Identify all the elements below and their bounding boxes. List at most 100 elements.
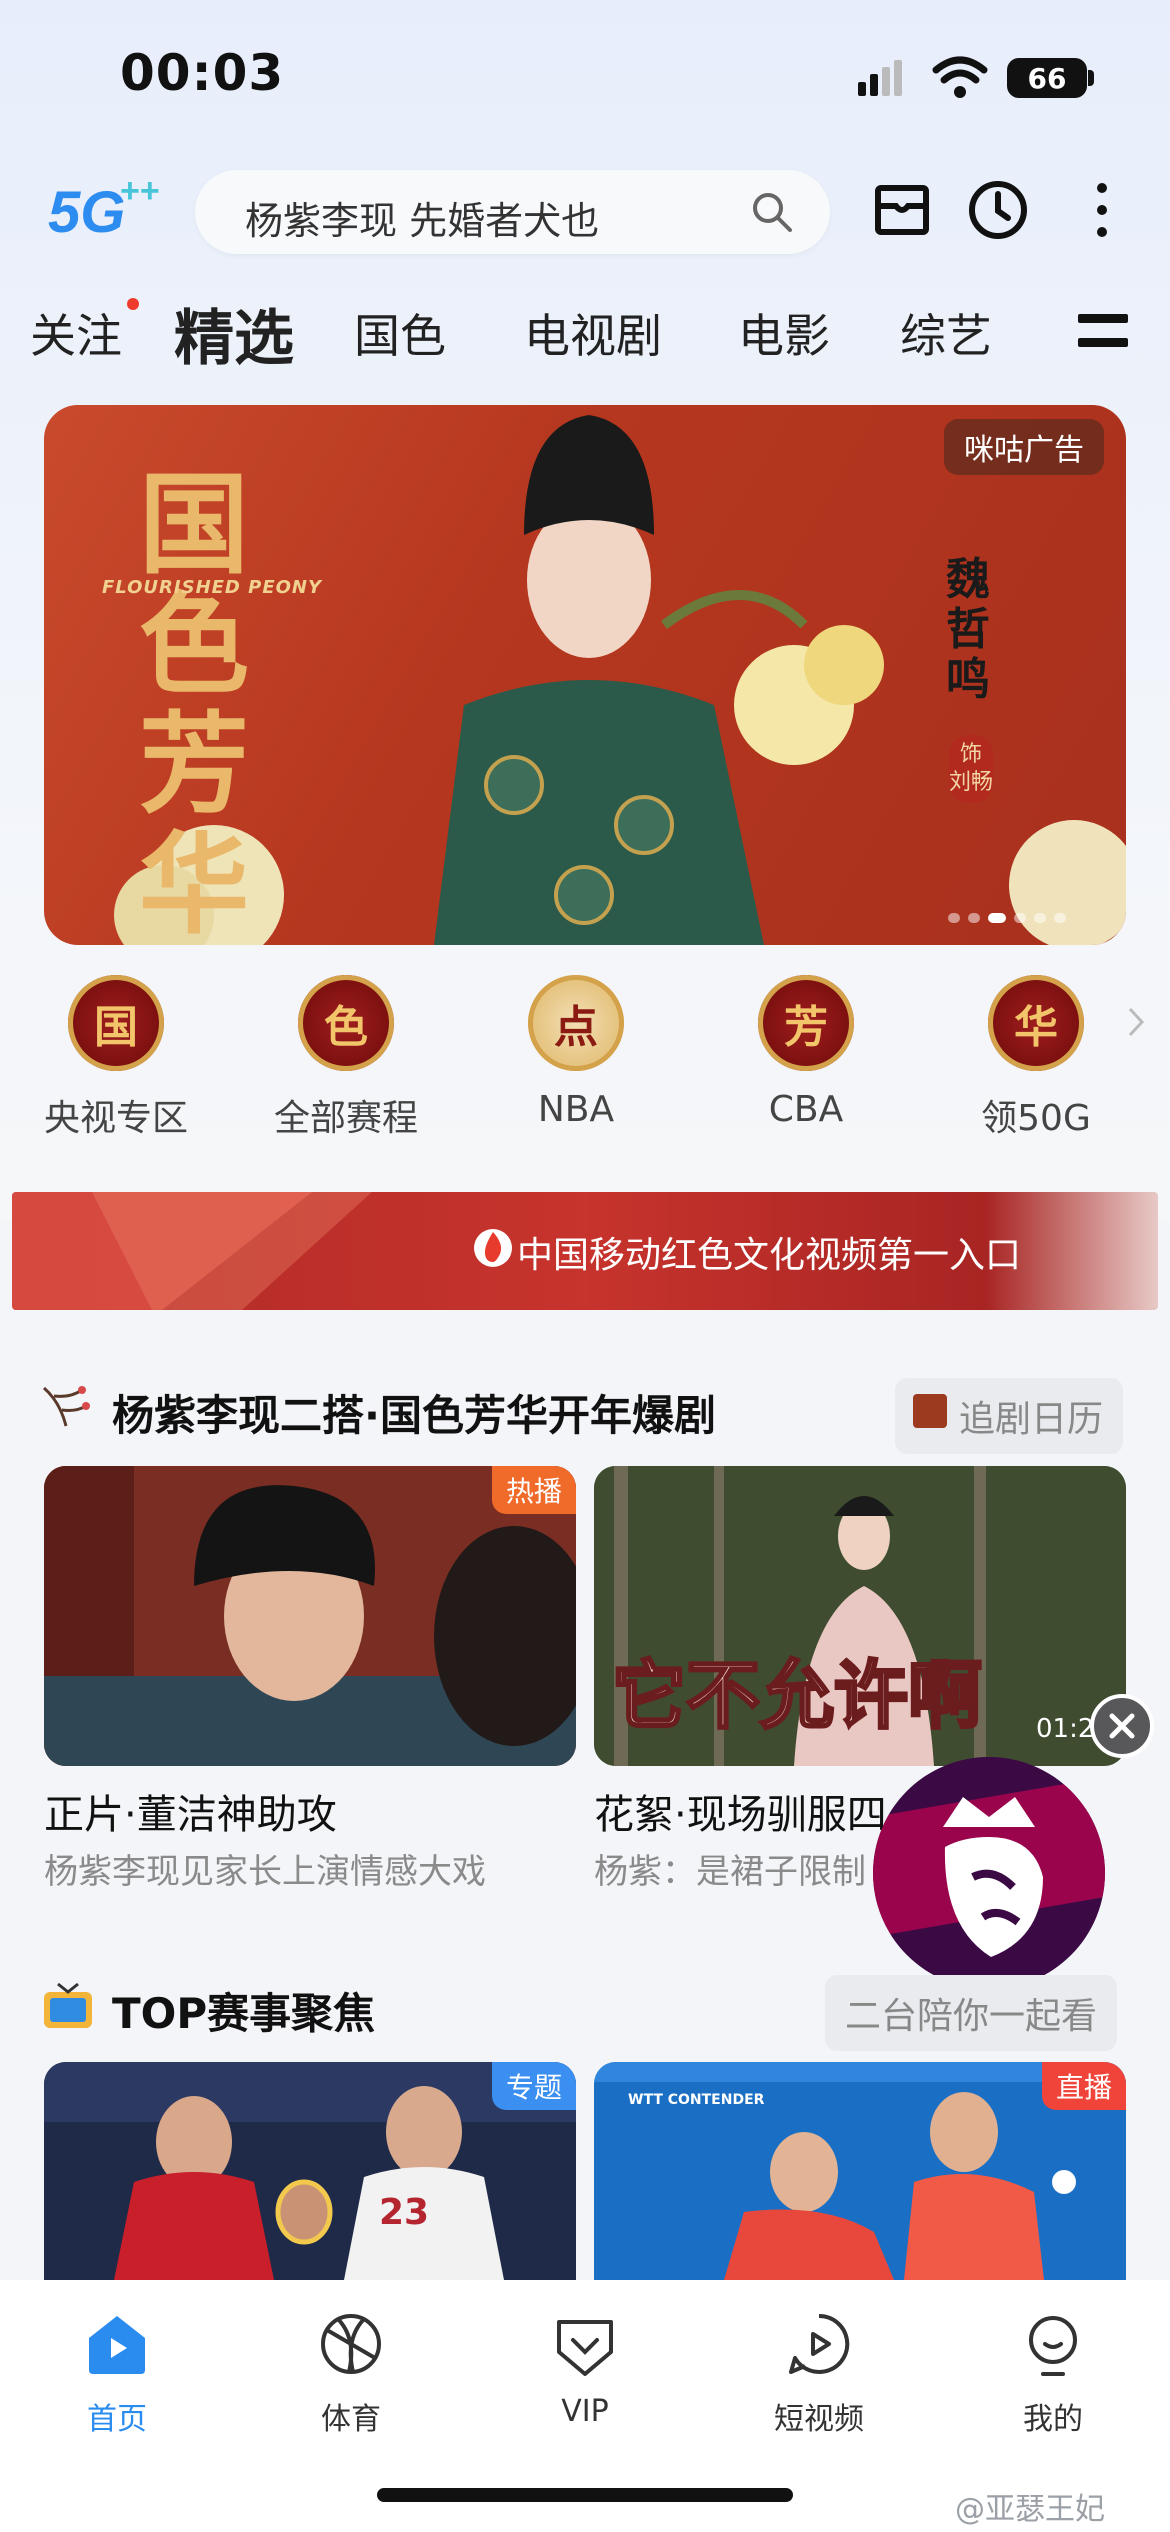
fire-icon xyxy=(474,1229,512,1267)
banner-subtitle: FLOURISHED PEONY xyxy=(102,577,323,598)
video-subtitle: 杨紫：是裙子限制 xyxy=(594,1852,866,1892)
nav-short-video[interactable]: 短视频 xyxy=(702,2308,936,2438)
nav-home[interactable]: 首页 xyxy=(0,2308,234,2438)
hero-banner[interactable]: 国色芳华 FLOURISHED PEONY 魏哲鸣 饰 刘畅 咪咕广告 xyxy=(44,405,1126,945)
wtt-brand: WTT CONTENDER xyxy=(628,2092,765,2108)
search-icon[interactable] xyxy=(750,190,794,234)
weibo-watermark: @亚瑟王妃 xyxy=(955,2492,1105,2527)
channel-menu-icon[interactable] xyxy=(1076,308,1130,358)
category-cctv[interactable]: 国 央视专区 xyxy=(16,975,216,1141)
video-card[interactable]: 它不允许啊 01:2 xyxy=(594,1466,1126,1766)
section-title-drama: 杨紫李现二搭·国色芳华开年爆剧 xyxy=(112,1391,716,1440)
category-nba[interactable]: 点 NBA xyxy=(476,975,676,1130)
battery-indicator: 66 xyxy=(1007,58,1087,98)
promo-banner[interactable]: 中国移动红色文化视频第一入口 xyxy=(12,1192,1158,1310)
nav-profile[interactable]: 我的 xyxy=(936,2308,1170,2438)
profile-icon xyxy=(1029,2316,1077,2376)
banner-title: 国色芳华 xyxy=(139,460,249,945)
search-suggestion: 杨紫李现 先婚者犬也 xyxy=(245,199,600,243)
banner-character-name: 魏哲鸣 xyxy=(946,554,990,705)
tab-featured[interactable]: 精选 xyxy=(174,290,294,377)
carousel-dot-active xyxy=(988,913,1006,923)
video-title[interactable]: 花絮·现场驯服四 xyxy=(594,1782,887,1840)
battery-tip xyxy=(1088,70,1094,86)
tab-guose[interactable]: 国色 xyxy=(354,300,446,366)
mailbox-icon[interactable] xyxy=(870,178,934,242)
chevron-right-icon[interactable] xyxy=(1126,1005,1146,1039)
category-cba[interactable]: 芳 CBA xyxy=(706,975,906,1130)
promo-text: 中国移动红色文化视频第一入口 xyxy=(517,1235,1022,1276)
category-badge-icon: 芳 xyxy=(758,975,854,1071)
nav-label: 我的 xyxy=(1023,2402,1083,2437)
category-schedule[interactable]: 色 全部赛程 xyxy=(246,975,446,1141)
tab-follow[interactable]: 关注 xyxy=(30,300,122,366)
cellular-signal-icon xyxy=(858,60,902,96)
tv-icon xyxy=(44,1982,92,2028)
home-indicator[interactable] xyxy=(377,2488,793,2502)
category-badge-icon: 华 xyxy=(988,975,1084,1071)
category-label: CBA xyxy=(768,1089,844,1130)
tab-movies[interactable]: 电影 xyxy=(738,300,830,366)
category-badge-icon: 国 xyxy=(68,975,164,1071)
short-video-icon xyxy=(789,2313,850,2374)
video-duration: 01:2 xyxy=(1036,1714,1095,1744)
nav-label: 短视频 xyxy=(774,2402,864,2437)
section-title-sports: TOP赛事聚焦 xyxy=(112,1989,376,2038)
sports-card[interactable]: 23 专题 xyxy=(44,2062,576,2280)
close-icon xyxy=(1109,1713,1135,1739)
pill-label: 追剧日历 xyxy=(959,1399,1104,1440)
svg-text:++: ++ xyxy=(120,172,160,210)
tab-tv-series[interactable]: 电视剧 xyxy=(524,300,662,366)
carousel-dot xyxy=(948,913,960,923)
premier-league-float[interactable] xyxy=(873,1757,1105,1989)
nav-label: VIP xyxy=(561,2394,609,2429)
carousel-dot xyxy=(1054,913,1066,923)
carousel-dot xyxy=(1014,913,1026,923)
nav-label: 体育 xyxy=(321,2402,381,2437)
hot-tag: 热播 xyxy=(491,1466,576,1514)
carousel-dot xyxy=(1034,913,1046,923)
home-play-icon xyxy=(89,2316,145,2374)
category-badge-icon: 点 xyxy=(528,975,624,1071)
promo-decoration xyxy=(12,1192,372,1310)
notification-dot xyxy=(127,298,139,310)
topic-tag: 专题 xyxy=(491,2062,576,2110)
ad-label: 咪咕广告 xyxy=(944,419,1104,475)
channel-tabs: 关注 精选 国色 电视剧 电影 综艺 xyxy=(0,290,1170,380)
category-50g[interactable]: 华 领50G xyxy=(936,975,1136,1141)
search-bar[interactable]: 杨紫李现 先婚者犬也 xyxy=(195,170,830,254)
more-options-icon[interactable] xyxy=(1074,178,1138,242)
sports-card[interactable]: WTT CONTENDER 直播 xyxy=(594,2062,1126,2280)
history-clock-icon[interactable] xyxy=(966,178,1030,242)
video-subtitle: 杨紫李现见家长上演情感大戏 xyxy=(44,1852,486,1892)
jersey-number: 23 xyxy=(379,2192,430,2233)
category-badge-icon: 色 xyxy=(298,975,394,1071)
vip-icon xyxy=(557,2320,613,2376)
wifi-icon xyxy=(932,56,988,98)
status-time: 00:03 xyxy=(120,44,285,102)
nav-vip[interactable]: VIP xyxy=(468,2308,702,2429)
drama-calendar-button[interactable]: 追剧日历 xyxy=(895,1378,1124,1454)
5g-logo[interactable]: 5G ++ xyxy=(48,170,168,250)
banner-role: 饰 刘畅 xyxy=(949,735,993,803)
plum-blossom-icon xyxy=(42,1386,90,1427)
video-thumbnail xyxy=(44,1466,576,1766)
svg-text:5G: 5G xyxy=(48,180,125,245)
category-label: NBA xyxy=(537,1089,615,1130)
video-title[interactable]: 正片·董洁神助攻 xyxy=(44,1782,337,1840)
calendar-thumbnail-icon xyxy=(913,1394,947,1428)
live-tag: 直播 xyxy=(1041,2062,1126,2110)
carousel-dots xyxy=(948,908,1074,927)
lion-logo-icon xyxy=(873,1757,1105,1989)
carousel-dot xyxy=(968,913,980,923)
watch-together-button[interactable]: 二台陪你一起看 xyxy=(825,1975,1118,2051)
category-label: 央视专区 xyxy=(43,1098,188,1139)
video-card[interactable]: 热播 xyxy=(44,1466,576,1766)
tab-variety[interactable]: 综艺 xyxy=(900,300,992,366)
category-label: 全部赛程 xyxy=(273,1098,418,1139)
nav-sports[interactable]: 体育 xyxy=(234,2308,468,2438)
basketball-icon xyxy=(321,2314,381,2374)
nav-label: 首页 xyxy=(87,2402,147,2437)
category-label: 领50G xyxy=(981,1098,1091,1139)
close-float-button[interactable] xyxy=(1090,1694,1154,1758)
